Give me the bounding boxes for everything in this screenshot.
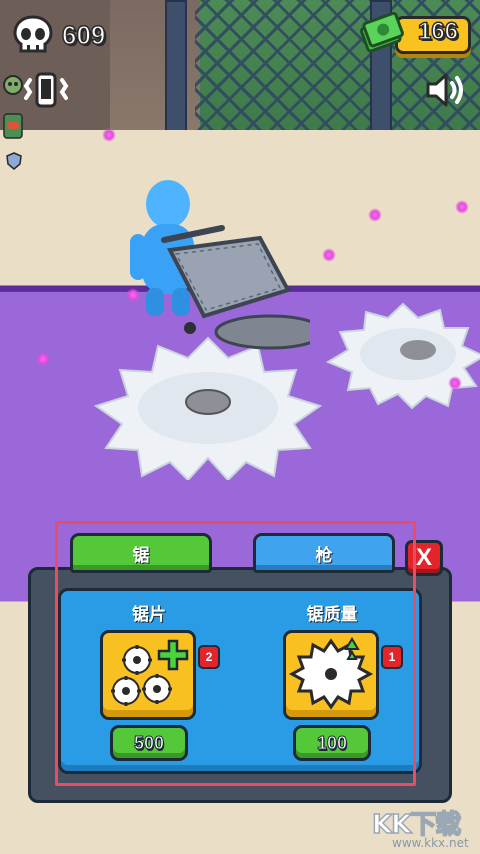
cash-icon	[360, 12, 404, 53]
shield-icon[interactable]	[6, 152, 22, 170]
sparkle	[455, 200, 469, 214]
speaker-icon[interactable]	[424, 70, 468, 110]
sparkle	[36, 352, 50, 366]
watermark-url: www.kkx.net	[392, 836, 469, 850]
highlight-frame	[55, 521, 416, 786]
zombie-avatar-icon[interactable]	[2, 74, 24, 96]
sparkle	[126, 288, 140, 302]
sparkle	[448, 376, 462, 390]
cash-amount: 166	[417, 17, 459, 46]
saw-blade-small	[325, 302, 480, 410]
gamepad-promo-icon[interactable]	[2, 110, 24, 142]
kill-count: 609	[61, 19, 106, 51]
sparkle	[102, 128, 116, 142]
vibrate-icon[interactable]	[22, 72, 70, 108]
shopping-cart	[161, 225, 310, 350]
saw-blade-large	[93, 336, 323, 480]
fence-post	[165, 0, 187, 150]
skull-icon	[13, 15, 53, 53]
sparkle	[322, 248, 336, 262]
sparkle	[368, 208, 382, 222]
